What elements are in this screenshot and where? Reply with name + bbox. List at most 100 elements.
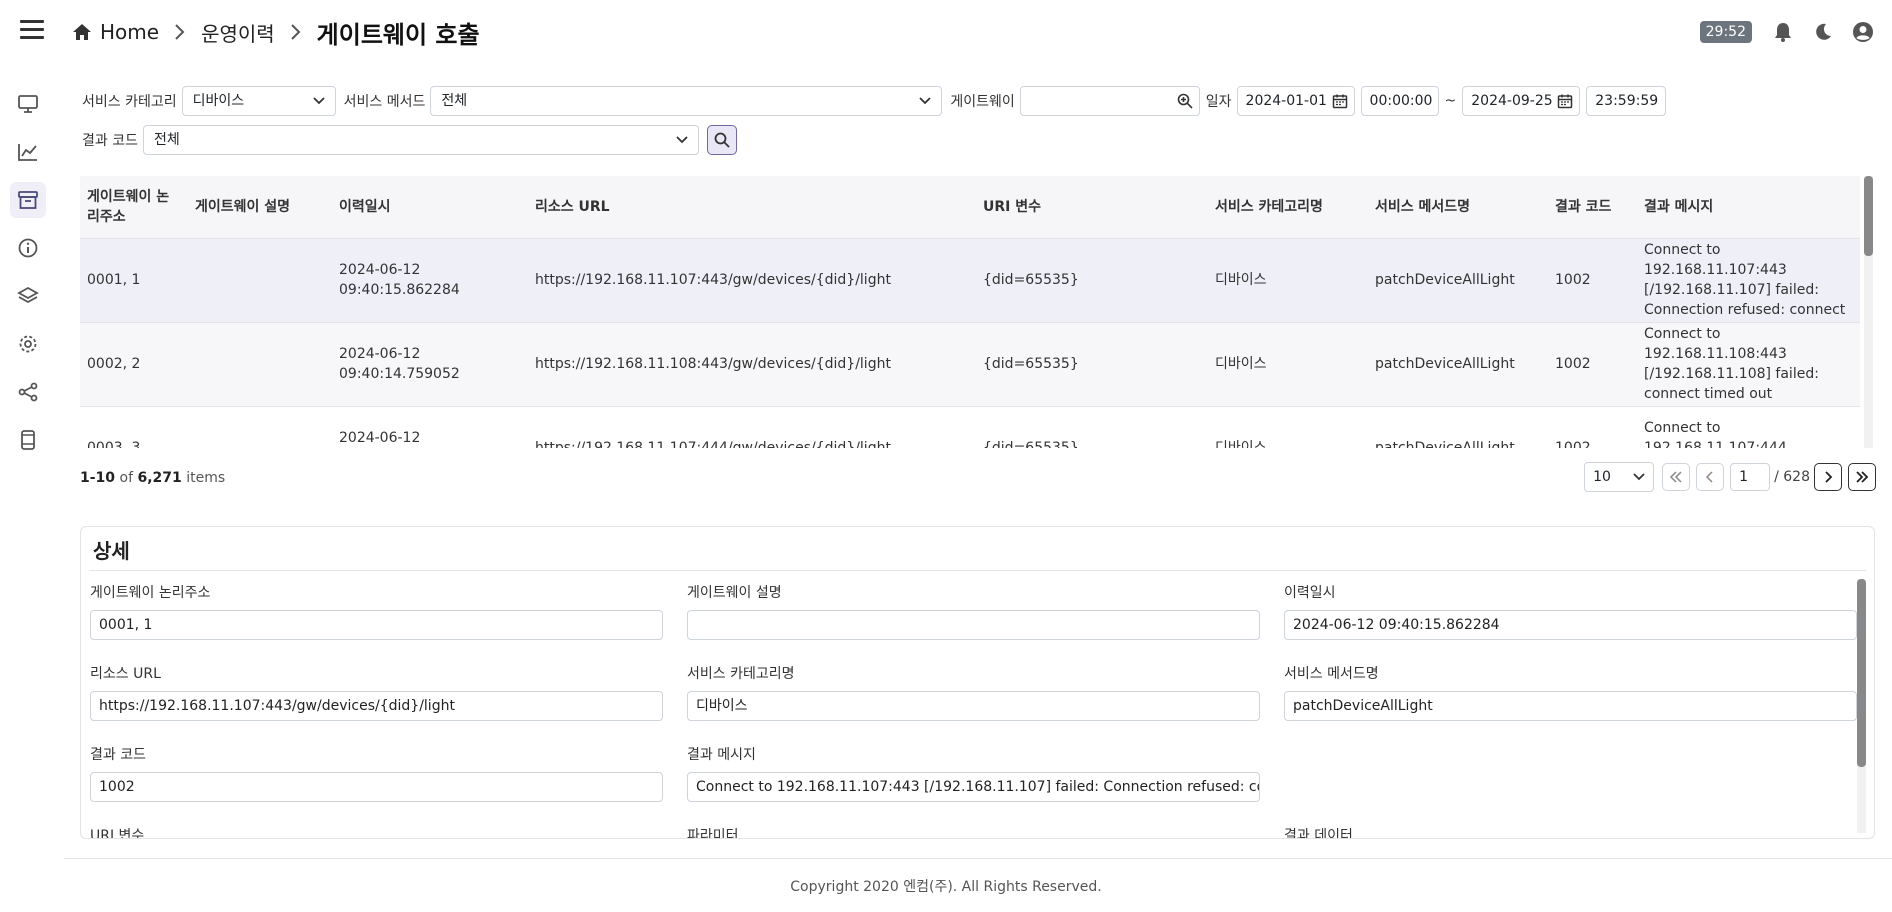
table-cell: https://192.168.11.107:444/gw/devices/{d…: [528, 406, 976, 448]
bell-icon[interactable]: [1772, 21, 1794, 43]
menu-toggle-icon[interactable]: [20, 20, 44, 42]
column-header[interactable]: 리소스 URL: [528, 176, 976, 239]
sidebar-item-settings[interactable]: [10, 326, 46, 362]
field-label: 결과 코드: [90, 747, 146, 763]
table-cell: [188, 238, 332, 323]
table-row[interactable]: 0002, 2 2024-06-12 09:40:14.759052 https…: [80, 322, 1860, 407]
zoom-in-icon[interactable]: [1177, 93, 1193, 109]
last-page-button[interactable]: [1848, 463, 1876, 491]
page-size-select[interactable]: 10: [1584, 462, 1655, 492]
sidebar-item-layers[interactable]: [10, 278, 46, 314]
column-header[interactable]: 결과 메시지: [1637, 176, 1860, 239]
table-cell: 0002, 2: [80, 322, 188, 407]
sidebar-item-device[interactable]: [10, 422, 46, 458]
divider: [64, 858, 1892, 859]
table-row[interactable]: 0001, 1 2024-06-12 09:40:15.862284 https…: [80, 238, 1860, 323]
sidebar-item-share[interactable]: [10, 374, 46, 410]
user-avatar-icon[interactable]: [1852, 21, 1874, 43]
table-scrollbar-thumb[interactable]: [1864, 176, 1873, 256]
service-category-label: 서비스 카테고리: [82, 94, 177, 110]
table-cell: 디바이스: [1208, 406, 1368, 448]
detail-field: 서비스 메서드명 patchDeviceAllLight: [1284, 663, 1857, 721]
gateway-description-field[interactable]: [687, 610, 1260, 640]
detail-panel: 상세 게이트웨이 논리주소 0001, 1 게이트웨이 설명 이력일시 2024…: [80, 526, 1875, 839]
table-cell: Connect to 192.168.11.108:443 [/192.168.…: [1637, 322, 1860, 407]
calendar-icon[interactable]: [1332, 93, 1348, 109]
result-code-value: 전체: [153, 132, 180, 148]
sidebar-item-info[interactable]: [10, 230, 46, 266]
total-pages: / 628: [1774, 469, 1810, 485]
resource-url-field[interactable]: https://192.168.11.107:443/gw/devices/{d…: [90, 691, 663, 721]
column-header[interactable]: URI 변수: [976, 176, 1208, 239]
service-category-field[interactable]: 디바이스: [687, 691, 1260, 721]
current-page-value: 1: [1739, 469, 1749, 485]
table-cell: 0001, 1: [80, 238, 188, 323]
date-label: 일자: [1205, 94, 1232, 110]
result-code-select[interactable]: 전체: [142, 125, 699, 155]
filter-row-2: 결과 코드 전체: [82, 125, 737, 155]
calendar-icon[interactable]: [1557, 93, 1573, 109]
chevron-down-icon: [1633, 473, 1645, 481]
sidebar-item-monitor[interactable]: [10, 86, 46, 122]
field-label: 서비스 카테고리명: [687, 666, 795, 682]
gateway-address-field[interactable]: 0001, 1: [90, 610, 663, 640]
service-category-select[interactable]: 디바이스: [181, 86, 336, 116]
column-header[interactable]: 게이트웨이 논리주소: [80, 176, 188, 239]
service-method-select[interactable]: 전체: [430, 86, 943, 116]
table-scrollbar[interactable]: [1864, 176, 1873, 448]
table-cell: 2024-06-12 09:40:14.321444: [332, 406, 528, 448]
search-button[interactable]: [706, 125, 737, 155]
item-count: 1-10 of 6,271 items: [80, 470, 225, 486]
table-cell: 1002: [1548, 322, 1637, 407]
chevrons-left-icon: [1670, 471, 1682, 483]
field-label: 게이트웨이 논리주소: [90, 585, 211, 601]
table-cell: Connect to 192.168.11.107:443 [/192.168.…: [1637, 238, 1860, 323]
service-method-value: 전체: [441, 93, 468, 109]
detail-field: 결과 메시지 Connect to 192.168.11.107:443 [/1…: [687, 744, 1260, 802]
result-code-label: 결과 코드: [82, 133, 138, 149]
device-icon: [21, 430, 35, 450]
table-row[interactable]: 0003, 3 2024-06-12 09:40:14.321444 https…: [80, 406, 1860, 448]
result-message-field[interactable]: Connect to 192.168.11.107:443 [/192.168.…: [687, 772, 1260, 802]
prev-page-button[interactable]: [1696, 463, 1725, 491]
home-icon[interactable]: [72, 22, 92, 42]
breadcrumb-home[interactable]: Home: [100, 20, 159, 44]
table-cell: 2024-06-12 09:40:15.862284: [332, 238, 528, 323]
sidebar-item-statistics[interactable]: [10, 134, 46, 170]
moon-icon[interactable]: [1812, 21, 1834, 43]
date-to-input[interactable]: 2024-09-25: [1462, 86, 1581, 116]
search-icon: [714, 132, 730, 148]
table-cell: https://192.168.11.108:443/gw/devices/{d…: [528, 322, 976, 407]
table-cell: {did=65535}: [976, 406, 1208, 448]
detail-scrollbar-thumb[interactable]: [1857, 579, 1866, 767]
page-title: 게이트웨이 호출: [316, 20, 480, 49]
breadcrumb-history[interactable]: 운영이력: [201, 18, 275, 47]
layers-icon: [17, 286, 39, 304]
footer-copyright: Copyright 2020 엔컴(주). All Rights Reserve…: [790, 879, 1102, 895]
column-header[interactable]: 이력일시: [332, 176, 528, 239]
time-to-input[interactable]: 23:59:59: [1586, 86, 1667, 116]
column-header[interactable]: 서비스 카테고리명: [1208, 176, 1368, 239]
service-method-field[interactable]: patchDeviceAllLight: [1284, 691, 1857, 721]
column-header[interactable]: 게이트웨이 설명: [188, 176, 332, 239]
time-from-input[interactable]: 00:00:00: [1360, 86, 1439, 116]
column-header[interactable]: 결과 코드: [1548, 176, 1637, 239]
gateway-input[interactable]: [1019, 86, 1200, 116]
table-cell: 1002: [1548, 406, 1637, 448]
detail-scrollbar[interactable]: [1857, 579, 1866, 833]
date-from-input[interactable]: 2024-01-01: [1236, 86, 1355, 116]
service-category-value: 디바이스: [192, 93, 245, 109]
next-page-button[interactable]: [1814, 463, 1842, 491]
first-page-button[interactable]: [1662, 463, 1691, 491]
history-datetime-field[interactable]: 2024-06-12 09:40:15.862284: [1284, 610, 1857, 640]
header: Home 운영이력 게이트웨이 호출 29:52: [0, 0, 1892, 64]
range-separator: ~: [1444, 93, 1457, 109]
result-code-field[interactable]: 1002: [90, 772, 663, 802]
page-number-input[interactable]: 1: [1730, 463, 1771, 491]
sidebar-item-history[interactable]: [10, 182, 46, 218]
chart-line-icon: [18, 144, 37, 161]
table-cell: 1002: [1548, 238, 1637, 323]
table-cell: [188, 406, 332, 448]
date-to-value: 2024-09-25: [1471, 93, 1553, 109]
column-header[interactable]: 서비스 메서드명: [1368, 176, 1548, 239]
